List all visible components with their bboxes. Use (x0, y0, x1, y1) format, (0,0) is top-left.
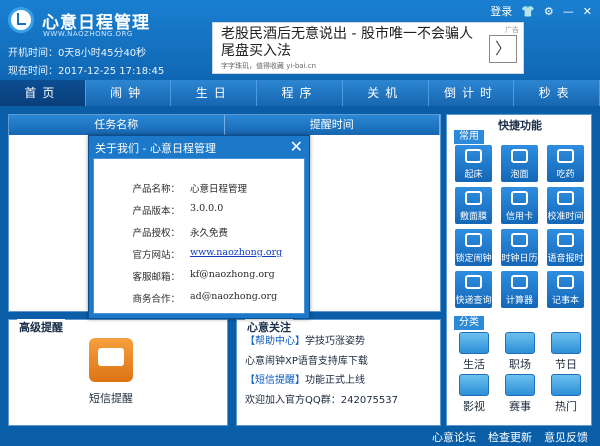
trophy-icon (505, 374, 535, 396)
ad-next-button[interactable]: 〉 (489, 35, 517, 63)
current-time: 现在时间：2017-12-25 17:18:45 (8, 66, 165, 77)
gear-icon[interactable]: ⚙ (544, 5, 554, 18)
skin-icon[interactable]: 👕 (521, 5, 535, 18)
quick-facemask[interactable]: 敷面膜 (455, 187, 492, 224)
ad-banner[interactable]: 老股民酒后无意说出 - 股市唯一不会骗人尾盘买入法 字字珠玑，值得收藏 yi-b… (212, 22, 524, 74)
quick-calculator[interactable]: 计算器 (501, 271, 538, 308)
calculator-icon (511, 275, 528, 289)
medicine-kit-icon (557, 149, 574, 163)
list-item[interactable]: 欢迎加入官方QQ群：242075537 (245, 391, 398, 411)
alarm-icon (465, 149, 482, 163)
credit-card-icon (511, 191, 528, 205)
feedback-link[interactable]: 意见反馈 (544, 429, 588, 445)
calendar-icon (511, 233, 528, 247)
header: 心意日程管理 WWW.NAOZHONG.ORG 开机时间：0天8小时45分40秒… (0, 0, 600, 80)
clock-sync-icon (557, 191, 574, 205)
notepad-icon (557, 275, 574, 289)
dialog-body: 产品名称： 心意日程管理 产品版本： 3.0.0.0 产品授权： 永久免费 官方网站：… (93, 158, 305, 314)
tab-home[interactable]: 首页 (0, 80, 86, 106)
tab-countdown[interactable]: 倒计时 (429, 80, 515, 106)
advanced-reminder-panel: 高级提醒 短信提醒 (8, 319, 228, 426)
sms-icon[interactable] (89, 338, 133, 382)
common-tag: 常用 (454, 130, 484, 144)
quick-medicine[interactable]: 吃药 (547, 145, 584, 182)
dialog-title: 关于我们 - 心意日程管理 (95, 142, 216, 155)
col-task-name[interactable]: 任务名称 (9, 115, 225, 135)
quick-getup[interactable]: 起床 (455, 145, 492, 182)
category-work[interactable]: 职场 (501, 332, 539, 371)
about-dialog: 关于我们 - 心意日程管理 ✕ 产品名称： 心意日程管理 产品版本： 3.0.0.0… (88, 135, 310, 319)
ad-source: 字字珠玑，值得收藏 yi-bai.cn (221, 62, 317, 70)
quick-voicetime[interactable]: 语音报时 (547, 229, 584, 266)
close-icon[interactable]: ✕ (583, 5, 592, 18)
house-icon (459, 332, 489, 354)
quick-functions-panel: 快捷功能 常用 起床 泡面 吃药 敷面膜 信用卡 校准时间 锁定闹钟 时钟日历 … (446, 114, 592, 426)
category-sports[interactable]: 赛事 (501, 374, 539, 413)
category-life[interactable]: 生活 (455, 332, 493, 371)
quick-lockalarm[interactable]: 锁定闹钟 (455, 229, 492, 266)
delivery-icon (465, 275, 482, 289)
tab-alarm[interactable]: 闹钟 (86, 80, 172, 106)
window-controls: 登录 👕 ⚙ — ✕ (490, 3, 592, 19)
category-hot[interactable]: 热门 (547, 374, 585, 413)
attention-panel: 心意关注 【帮助中心】学技巧涨姿势 心意闹钟XP语音支持库下载 【短信提醒】功能… (236, 319, 441, 426)
tab-shutdown[interactable]: 关机 (343, 80, 429, 106)
quick-noodles[interactable]: 泡面 (501, 145, 538, 182)
ad-tag: 广告 (505, 26, 519, 34)
minimize-icon[interactable]: — (563, 5, 574, 18)
advanced-reminder-title: 高级提醒 (17, 319, 65, 335)
quick-delivery[interactable]: 快递查询 (455, 271, 492, 308)
speaker-icon (557, 233, 574, 247)
close-icon[interactable]: ✕ (290, 137, 303, 156)
app-subtitle: WWW.NAOZHONG.ORG (43, 30, 133, 38)
category-tag: 分类 (454, 316, 484, 330)
attention-list: 【帮助中心】学技巧涨姿势 心意闹钟XP语音支持库下载 【短信提醒】功能正式上线 … (245, 332, 398, 410)
briefcase-icon (505, 332, 535, 354)
website-link[interactable]: www.naozhong.org (190, 247, 282, 258)
lock-icon (465, 233, 482, 247)
ad-title[interactable]: 老股民酒后无意说出 - 股市唯一不会骗人尾盘买入法 (221, 26, 481, 60)
fire-icon (551, 374, 581, 396)
footer-links: 心意论坛 检查更新 意见反馈 (432, 429, 588, 445)
face-mask-icon (465, 191, 482, 205)
tab-birthday[interactable]: 生日 (171, 80, 258, 106)
quick-calendar[interactable]: 时钟日历 (501, 229, 538, 266)
film-icon (459, 374, 489, 396)
check-update-link[interactable]: 检查更新 (488, 429, 532, 445)
list-item[interactable]: 心意闹钟XP语音支持库下载 (245, 352, 398, 372)
category-movie[interactable]: 影视 (455, 374, 493, 413)
festival-icon (551, 332, 581, 354)
main-nav: 首页 闹钟 生日 程序 关机 倒计时 秒表 (0, 80, 600, 106)
tab-program[interactable]: 程序 (257, 80, 343, 106)
col-remind-time[interactable]: 提醒时间 (225, 115, 440, 135)
forum-link[interactable]: 心意论坛 (432, 429, 476, 445)
list-item[interactable]: 【帮助中心】学技巧涨姿势 (245, 332, 398, 352)
quick-synctime[interactable]: 校准时间 (547, 187, 584, 224)
login-link[interactable]: 登录 (490, 3, 512, 19)
quick-creditcard[interactable]: 信用卡 (501, 187, 538, 224)
task-list-header: 任务名称 提醒时间 (9, 115, 440, 135)
sms-reminder-label[interactable]: 短信提醒 (79, 390, 143, 406)
boot-time: 开机时间：0天8小时45分40秒 (8, 48, 147, 59)
quick-notepad[interactable]: 记事本 (547, 271, 584, 308)
app-logo-icon (8, 7, 34, 33)
category-festival[interactable]: 节日 (547, 332, 585, 371)
footer: 心意论坛 检查更新 意见反馈 (0, 426, 600, 446)
tab-stopwatch[interactable]: 秒表 (514, 80, 600, 106)
noodle-bowl-icon (511, 149, 528, 163)
list-item[interactable]: 【短信提醒】功能正式上线 (245, 371, 398, 391)
